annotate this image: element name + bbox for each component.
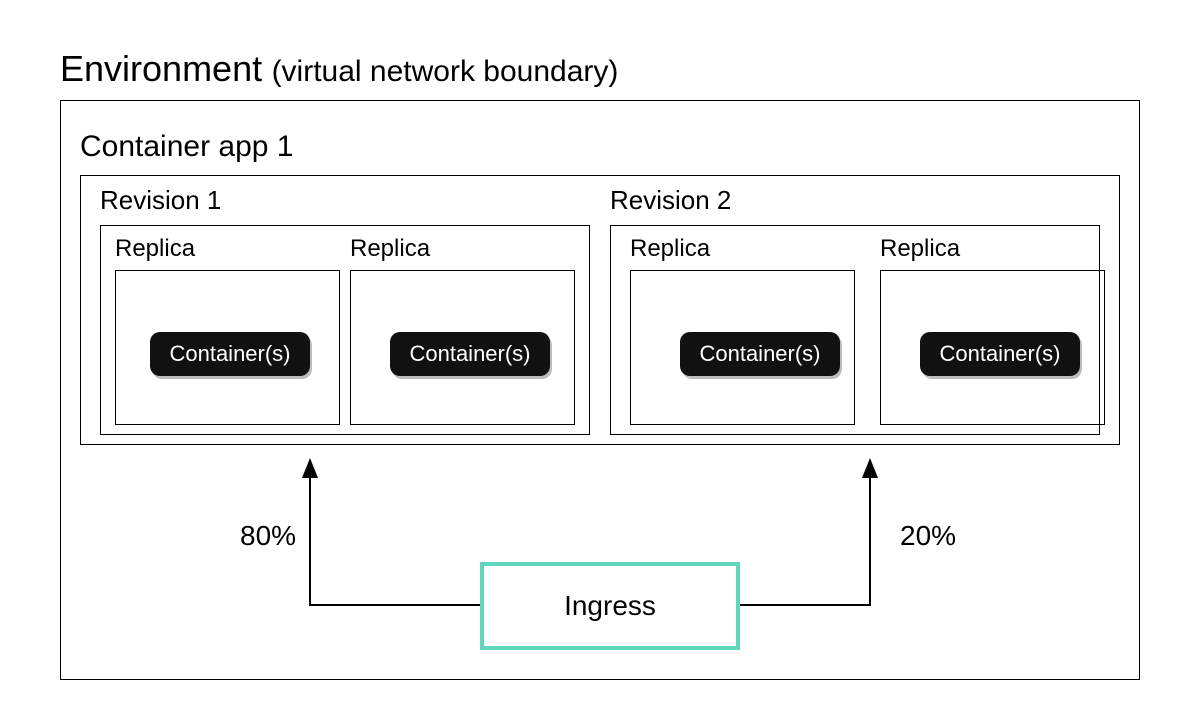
replica-label-1a: Replica	[115, 235, 195, 263]
replica-label-1b: Replica	[350, 235, 430, 263]
container-chip-1b: Container(s)	[390, 332, 550, 376]
replica-label-2b: Replica	[880, 235, 960, 263]
revision-1-label: Revision 1	[100, 185, 221, 216]
container-chip-1a: Container(s)	[150, 332, 310, 376]
traffic-split-right: 20%	[900, 520, 956, 552]
replica-label-2a: Replica	[630, 235, 710, 263]
environment-title-main: Environment	[60, 48, 262, 89]
container-chip-2b: Container(s)	[920, 332, 1080, 376]
ingress-label: Ingress	[564, 590, 656, 621]
environment-title-paren: (virtual network boundary)	[272, 55, 619, 88]
ingress-box: Ingress	[480, 562, 740, 650]
container-chip-2a: Container(s)	[680, 332, 840, 376]
environment-title: Environment (virtual network boundary)	[60, 48, 618, 90]
diagram-canvas: Environment (virtual network boundary) C…	[0, 0, 1200, 726]
revision-2-label: Revision 2	[610, 185, 731, 216]
container-app-label: Container app 1	[80, 130, 294, 164]
traffic-split-left: 80%	[240, 520, 296, 552]
